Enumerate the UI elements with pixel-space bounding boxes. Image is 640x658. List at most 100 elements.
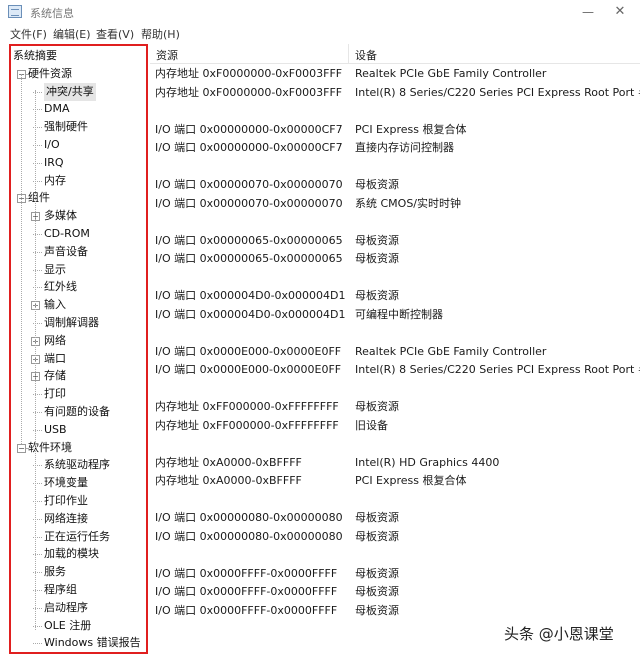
- tree-item-network-connections[interactable]: 网络连接: [11, 510, 146, 528]
- table-row[interactable]: [150, 158, 640, 176]
- device-cell: 旧设备: [355, 418, 388, 432]
- device-cell: 母板资源: [355, 511, 399, 524]
- minimize-button[interactable]: —: [574, 2, 602, 22]
- collapse-toggle-icon[interactable]: −: [17, 443, 26, 453]
- device-cell: Intel(R) 8 Series/C220 Series PCI Expres…: [355, 363, 640, 376]
- table-row[interactable]: I/O 端口 0x000004D0-0x000004D1 母板资源: [150, 287, 640, 305]
- tree-item-sound-device-label: 声音设备: [44, 244, 88, 258]
- table-row[interactable]: I/O 端口 0x0000FFFF-0x0000FFFF 母板资源: [150, 602, 640, 620]
- close-button[interactable]: ✕: [606, 2, 634, 22]
- resource-cell: 内存地址 0xFF000000-0xFFFFFFFF: [155, 418, 339, 432]
- tree-item-dma[interactable]: DMA: [11, 100, 146, 118]
- tree-group-components[interactable]: − 组件: [11, 189, 146, 207]
- tree-item-cd-rom[interactable]: CD-ROM: [11, 225, 146, 243]
- resource-cell: I/O 端口 0x00000080-0x00000080: [155, 511, 343, 524]
- tree-group-hardware-resources[interactable]: − 硬件资源: [11, 65, 146, 83]
- tree-item-irq[interactable]: IRQ: [11, 154, 146, 172]
- tree-item-sound-device[interactable]: 声音设备: [11, 243, 146, 261]
- table-row[interactable]: [150, 324, 640, 342]
- menu-edit[interactable]: 编辑(E): [53, 26, 91, 42]
- tree-item-conflicts-sharing[interactable]: 冲突/共享: [11, 82, 146, 101]
- table-row[interactable]: [150, 213, 640, 231]
- tree-item-print-jobs-label: 打印作业: [44, 494, 88, 507]
- tree-group-components-label: 组件: [28, 191, 50, 205]
- table-row[interactable]: I/O 端口 0x0000FFFF-0x0000FFFF 母板资源: [150, 565, 640, 583]
- device-cell: PCI Express 根复合体: [355, 474, 467, 487]
- resource-cell: I/O 端口 0x000004D0-0x000004D1: [155, 307, 346, 321]
- table-row[interactable]: I/O 端口 0x00000065-0x00000065 母板资源: [150, 250, 640, 268]
- menu-view[interactable]: 查看(V): [96, 26, 134, 42]
- table-row[interactable]: [150, 546, 640, 564]
- table-row[interactable]: [150, 380, 640, 398]
- tree-item-printing[interactable]: 打印: [11, 385, 146, 403]
- tree-item-startup-programs[interactable]: 启动程序: [11, 599, 146, 617]
- tree-item-environment-variables[interactable]: 环境变量: [11, 474, 146, 492]
- resource-cell: I/O 端口 0x0000FFFF-0x0000FFFF: [155, 603, 338, 617]
- table-row[interactable]: 内存地址 0xA0000-0xBFFFF Intel(R) HD Graphics…: [150, 454, 640, 472]
- table-row[interactable]: I/O 端口 0x0000E000-0x0000E0FF Realtek PCIe…: [150, 343, 640, 361]
- tree-item-services[interactable]: 服务: [11, 563, 146, 581]
- resource-cell: I/O 端口 0x000004D0-0x000004D1: [155, 289, 346, 302]
- tree-item-running-tasks-label: 正在运行任务: [44, 529, 110, 543]
- tree-item-io-label: I/O: [44, 138, 60, 151]
- tree-item-environment-variables-label: 环境变量: [44, 476, 88, 490]
- tree-item-problem-devices[interactable]: 有问题的设备: [11, 403, 146, 421]
- tree-item-windows-error-reporting[interactable]: Windows 错误报告: [11, 634, 146, 652]
- table-row[interactable]: I/O 端口 0x00000000-0x00000CF7 PCI Express …: [150, 121, 640, 139]
- table-row[interactable]: I/O 端口 0x000004D0-0x000004D1 可编程中断控制器: [150, 306, 640, 324]
- table-row[interactable]: I/O 端口 0x00000070-0x00000070 系统 CMOS/实时时钟: [150, 195, 640, 213]
- tree-item-running-tasks[interactable]: 正在运行任务: [11, 528, 146, 546]
- table-row[interactable]: [150, 102, 640, 120]
- table-row[interactable]: 内存地址 0xF0000000-0xF0003FFF Intel(R) 8 Ser…: [150, 84, 640, 102]
- tree-item-system-drivers[interactable]: 系统驱动程序: [11, 456, 146, 474]
- table-row[interactable]: 内存地址 0xA0000-0xBFFFF PCI Express 根复合体: [150, 472, 640, 490]
- resource-cell: I/O 端口 0x00000065-0x00000065: [155, 233, 343, 247]
- tree-item-usb[interactable]: USB: [11, 421, 146, 439]
- table-row[interactable]: I/O 端口 0x00000080-0x00000080 母板资源: [150, 509, 640, 527]
- menu-file[interactable]: 文件(F): [10, 26, 47, 42]
- column-separator[interactable]: [348, 44, 349, 64]
- tree-item-storage[interactable]: + 存储: [11, 367, 146, 385]
- tree-item-program-groups[interactable]: 程序组: [11, 581, 146, 599]
- tree-item-multimedia[interactable]: + 多媒体: [11, 207, 146, 225]
- tree-item-storage-label: 存储: [44, 369, 66, 383]
- tree-group-software-environment[interactable]: − 软件环境: [11, 439, 146, 457]
- column-header-device[interactable]: 设备: [355, 47, 377, 63]
- resource-cell: I/O 端口 0x0000E000-0x0000E0FF: [155, 363, 342, 376]
- tree-item-display[interactable]: 显示: [11, 261, 146, 279]
- resource-cell: I/O 端口 0x00000080-0x00000080: [155, 529, 343, 543]
- menu-help[interactable]: 帮助(H): [141, 26, 180, 42]
- table-row[interactable]: I/O 端口 0x0000FFFF-0x0000FFFF 母板资源: [150, 583, 640, 601]
- tree-item-services-label: 服务: [44, 565, 66, 579]
- tree-item-ole-registration[interactable]: OLE 注册: [11, 617, 146, 635]
- tree-item-network[interactable]: + 网络: [11, 332, 146, 350]
- tree-item-print-jobs[interactable]: 打印作业: [11, 492, 146, 510]
- tree-item-system-summary[interactable]: 系统摘要: [11, 47, 146, 65]
- tree-item-modem[interactable]: 调制解调器: [11, 314, 146, 332]
- device-cell: 可编程中断控制器: [355, 307, 443, 321]
- tree-item-forced-hardware[interactable]: 强制硬件: [11, 118, 146, 136]
- category-tree: 系统摘要 − 硬件资源 冲突/共享 DMA 强制硬件 I/O IRQ 内存 − 组件 + 多媒体 CD-R…: [9, 44, 148, 654]
- table-row[interactable]: 内存地址 0xF0000000-0xF0003FFF Realtek PCIe G…: [150, 65, 640, 83]
- tree-item-loaded-modules[interactable]: 加载的模块: [11, 545, 146, 563]
- table-row[interactable]: [150, 269, 640, 287]
- table-row[interactable]: I/O 端口 0x00000000-0x00000CF7 直接内存访问控制器: [150, 139, 640, 157]
- tree-item-ports[interactable]: + 端口: [11, 350, 146, 368]
- tree-item-io[interactable]: I/O: [11, 136, 146, 154]
- table-row[interactable]: I/O 端口 0x00000080-0x00000080 母板资源: [150, 528, 640, 546]
- table-row[interactable]: I/O 端口 0x00000065-0x00000065 母板资源: [150, 232, 640, 250]
- table-row[interactable]: I/O 端口 0x00000070-0x00000070 母板资源: [150, 176, 640, 194]
- table-row[interactable]: 内存地址 0xFF000000-0xFFFFFFFF 母板资源: [150, 398, 640, 416]
- table-row[interactable]: I/O 端口 0x0000E000-0x0000E0FF Intel(R) 8 S…: [150, 361, 640, 379]
- table-row[interactable]: [150, 491, 640, 509]
- tree-item-ole-registration-label: OLE 注册: [44, 618, 92, 632]
- tree-group-hardware-resources-label: 硬件资源: [28, 66, 72, 80]
- table-row[interactable]: [150, 435, 640, 453]
- device-cell: 母板资源: [355, 603, 399, 617]
- column-header-resource[interactable]: 资源: [156, 47, 178, 63]
- table-row[interactable]: 内存地址 0xFF000000-0xFFFFFFFF 旧设备: [150, 417, 640, 435]
- tree-item-memory[interactable]: 内存: [11, 172, 146, 190]
- tree-item-input[interactable]: + 输入: [11, 296, 146, 314]
- tree-item-infrared[interactable]: 红外线: [11, 278, 146, 296]
- resource-cell: I/O 端口 0x00000000-0x00000CF7: [155, 122, 343, 136]
